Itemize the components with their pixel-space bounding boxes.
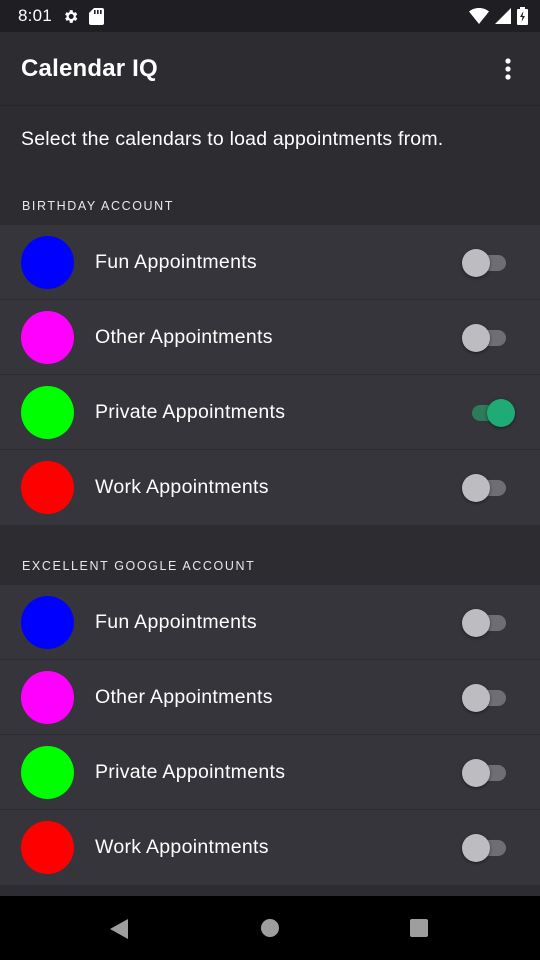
home-button[interactable] [260,918,280,943]
calendar-label: Work Appointments [95,476,269,498]
nav-bar [0,896,540,960]
calendar-label: Work Appointments [95,836,269,858]
home-icon [261,919,279,937]
calendar-color-dot [21,461,74,514]
calendar-label: Fun Appointments [95,611,257,633]
calendar-color-dot [21,671,74,724]
calendar-row[interactable]: Other Appointments [0,660,540,735]
battery-icon [517,7,528,25]
calendar-label: Private Appointments [95,761,286,783]
calendar-toggle[interactable] [462,249,516,277]
calendar-row[interactable]: Fun Appointments [0,225,540,300]
status-bar: 8:01 [0,0,540,32]
more-options-button[interactable] [496,49,520,89]
app-title: Calendar IQ [21,54,158,82]
intro-text: Select the calendars to load appointment… [21,128,444,150]
calendar-toggle[interactable] [462,684,516,712]
calendar-row[interactable]: Other Appointments [0,300,540,375]
calendar-label: Private Appointments [95,401,286,423]
calendar-row[interactable]: Work Appointments [0,810,540,885]
calendar-toggle[interactable] [462,759,516,787]
back-button[interactable] [108,918,130,945]
status-time: 8:01 [18,6,52,25]
calendar-row[interactable]: Private Appointments [0,375,540,450]
calendar-color-dot [21,746,74,799]
calendar-toggle[interactable] [462,399,516,427]
calendar-toggle[interactable] [462,834,516,862]
calendar-color-dot [21,596,74,649]
calendar-row[interactable]: Private Appointments [0,735,540,810]
account-header: EXCELLENT GOOGLE ACCOUNT [22,559,256,573]
account-calendar-list: Fun Appointments Other Appointments Priv… [0,225,540,525]
recents-icon [410,919,428,937]
more-vert-icon [505,57,511,80]
calendar-label: Other Appointments [95,326,273,348]
settings-icon [62,8,79,25]
calendar-color-dot [21,311,74,364]
calendar-toggle[interactable] [462,474,516,502]
calendar-color-dot [21,236,74,289]
sd-card-icon [88,7,104,25]
recents-button[interactable] [409,918,429,943]
back-icon [110,919,128,939]
account-calendar-list: Fun Appointments Other Appointments Priv… [0,585,540,885]
calendar-color-dot [21,386,74,439]
calendar-label: Other Appointments [95,686,273,708]
app-bar: Calendar IQ [0,32,540,106]
calendar-label: Fun Appointments [95,251,257,273]
account-header: BIRTHDAY ACCOUNT [22,199,175,213]
calendar-toggle[interactable] [462,324,516,352]
calendar-row[interactable]: Fun Appointments [0,585,540,660]
calendar-toggle[interactable] [462,609,516,637]
calendar-row[interactable]: Work Appointments [0,450,540,525]
signal-icon [495,8,511,24]
wifi-icon [469,8,489,24]
calendar-color-dot [21,821,74,874]
